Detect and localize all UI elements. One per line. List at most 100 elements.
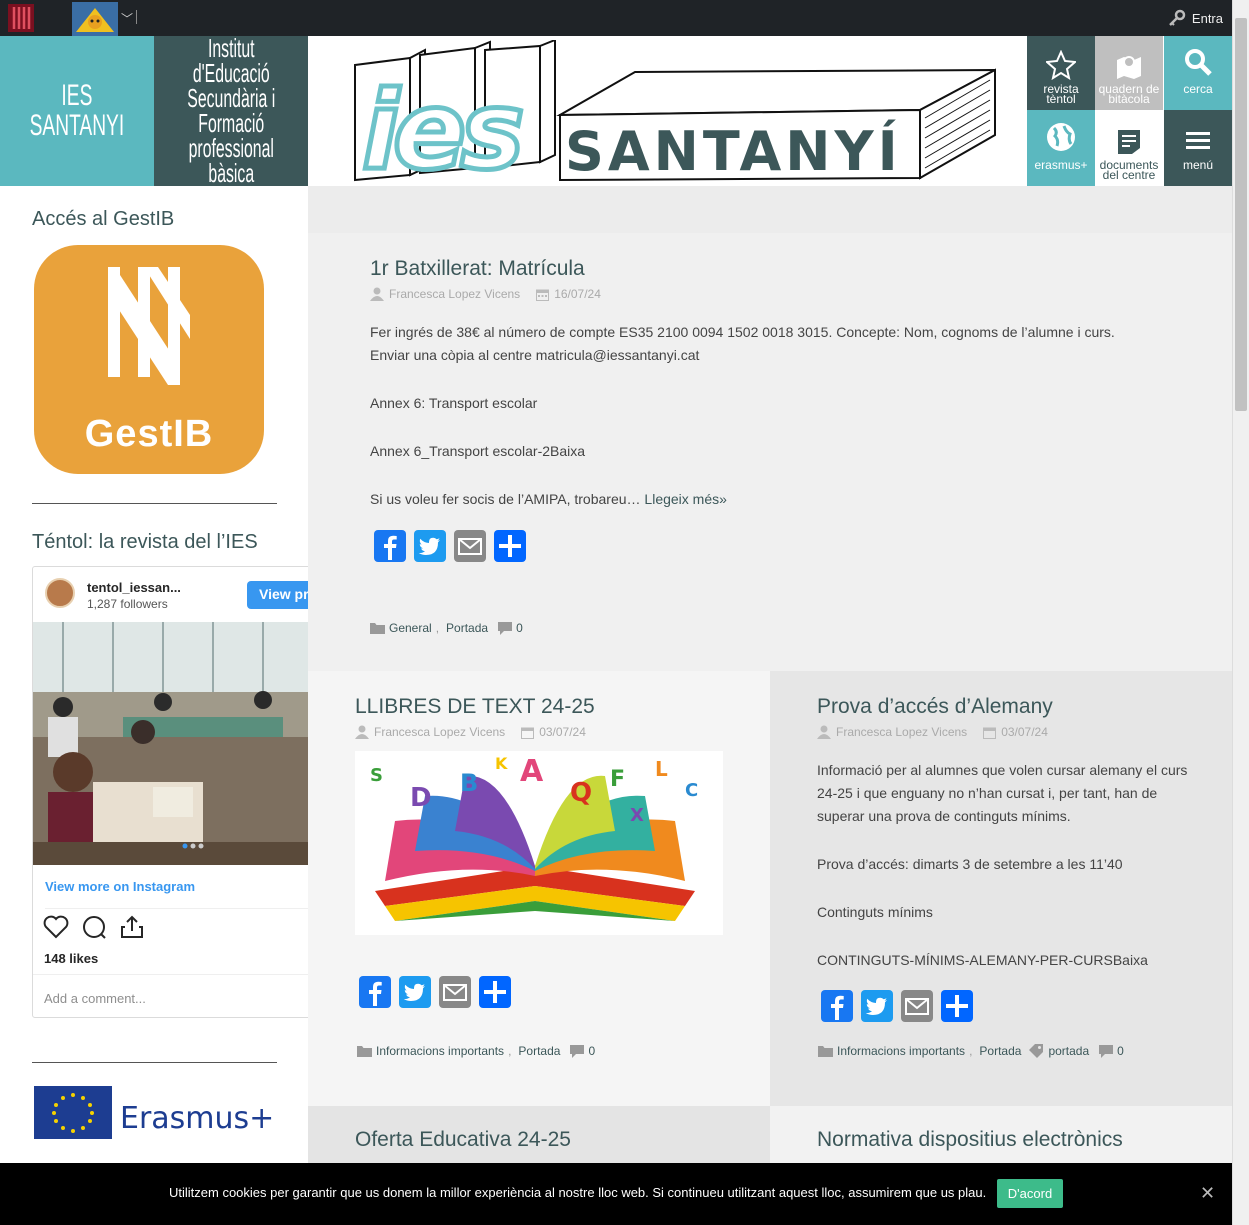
post-category[interactable]: General	[389, 621, 432, 635]
govern-logo-icon[interactable]	[8, 4, 34, 32]
twitter-share-icon[interactable]	[399, 976, 431, 1008]
post-comment-count[interactable]: 0	[588, 1044, 595, 1058]
share-icon[interactable]	[119, 915, 145, 939]
tile-label: tèntol	[1046, 92, 1076, 106]
sidebar-divider	[32, 503, 277, 504]
svg-text:X: X	[630, 805, 644, 826]
post-title[interactable]: Normativa dispositius electrònics	[817, 1128, 1123, 1152]
close-icon[interactable]: ✕	[1200, 1183, 1215, 1204]
heart-icon[interactable]	[43, 915, 69, 939]
revista-widget-title: Téntol: la revista del l’IES	[32, 531, 258, 553]
post-comment-count[interactable]: 0	[516, 621, 523, 635]
twitter-share-icon[interactable]	[414, 530, 446, 562]
post-link[interactable]: Continguts mínims	[817, 901, 1197, 924]
user-icon	[817, 725, 831, 739]
post-author[interactable]: Francesca Lopez Vicens	[389, 287, 520, 301]
post-link[interactable]: Annex 6_Transport escolar-2Baixa	[370, 440, 1170, 463]
share-plus-icon[interactable]	[941, 990, 973, 1022]
post-excerpt: Informació per al alumnes que volen curs…	[817, 759, 1197, 972]
star-icon	[1046, 50, 1076, 80]
post-link[interactable]: Annex 6: Transport escolar	[370, 392, 1170, 415]
facebook-share-icon[interactable]	[359, 976, 391, 1008]
add-comment-input[interactable]: Add a comment...	[44, 991, 146, 1006]
comment-icon[interactable]	[81, 915, 107, 939]
tile-documents-centre[interactable]: documents del centre	[1095, 110, 1163, 186]
post-paragraph: Enviar una còpia al centre matricula@ies…	[370, 347, 700, 363]
svg-text:K: K	[495, 754, 508, 773]
tile-label: del centre	[1102, 168, 1156, 182]
cookie-consent-bar: Utilitzem cookies per garantir que us do…	[0, 1163, 1232, 1225]
comment-bubble-icon	[1099, 1044, 1114, 1058]
post-link[interactable]: CONTINGUTS-MÍNIMS-ALEMANY-PER-CURSBaixa	[817, 949, 1197, 972]
post-author[interactable]: Francesca Lopez Vicens	[374, 725, 505, 739]
email-share-icon[interactable]	[439, 976, 471, 1008]
cookie-accept-button[interactable]: D'acord	[997, 1179, 1063, 1208]
erasmus-logo-text: Erasmus+	[120, 1101, 274, 1136]
calendar-icon	[983, 727, 997, 739]
brand-short-name[interactable]: IES SANTANYI	[0, 36, 154, 186]
tile-revista-tentol[interactable]: revista tèntol	[1027, 36, 1095, 110]
chevron-down-icon[interactable]: ﹀	[121, 10, 133, 27]
avatar[interactable]	[45, 578, 75, 608]
share-plus-icon[interactable]	[479, 976, 511, 1008]
gestib-logo-text: GestIB	[84, 413, 214, 455]
post-excerpt: Fer ingrés de 38€ al número de compte ES…	[370, 321, 1170, 511]
post-meta: Francesca Lopez Vicens 16/07/24	[370, 287, 601, 301]
search-icon	[1185, 49, 1212, 76]
post-tag[interactable]: portada	[1048, 1044, 1089, 1058]
admin-separator	[136, 10, 137, 24]
post-title[interactable]: Oferta Educativa 24-25	[355, 1128, 571, 1152]
post-card: LLIBRES DE TEXT 24-25 Francesca Lopez Vi…	[308, 671, 770, 1106]
share-plus-icon[interactable]	[494, 530, 526, 562]
brand-short-line2: SANTANYI	[29, 109, 125, 142]
post-category[interactable]: Portada	[446, 621, 488, 635]
email-share-icon[interactable]	[901, 990, 933, 1022]
tile-cerca[interactable]: cerca	[1164, 36, 1232, 110]
svg-text:D: D	[410, 783, 432, 813]
email-share-icon[interactable]	[454, 530, 486, 562]
site-banner-logo[interactable]: ies SANTANYÍ	[350, 40, 1000, 185]
gestib-logo-link[interactable]: GestIB	[34, 245, 264, 474]
post-meta: Francesca Lopez Vicens 03/07/24	[817, 725, 1048, 739]
post-category[interactable]: Portada	[518, 1044, 560, 1058]
post-category[interactable]: Informacions importants	[837, 1044, 965, 1058]
map-icon	[1117, 56, 1141, 79]
gestib-stripes-icon	[108, 267, 190, 385]
post-meta: Francesca Lopez Vicens 03/07/24	[355, 725, 586, 739]
tile-label: bitàcola	[1108, 92, 1150, 106]
login-link[interactable]: Entra	[1168, 9, 1223, 27]
facebook-share-icon[interactable]	[374, 530, 406, 562]
instagram-photo[interactable]	[33, 622, 308, 865]
books-letters-image[interactable]: D B A Q F L C S K X	[355, 751, 723, 935]
facebook-share-icon[interactable]	[821, 990, 853, 1022]
post-author[interactable]: Francesca Lopez Vicens	[836, 725, 967, 739]
brand-long-name[interactable]: Institut d'Educació Secundària i Formaci…	[154, 36, 308, 186]
post-paragraph: Informació per al alumnes que volen curs…	[817, 762, 1188, 824]
tile-quadern-bitacola[interactable]: quadern de bitàcola	[1095, 36, 1163, 110]
post-title[interactable]: LLIBRES DE TEXT 24-25	[355, 695, 595, 719]
read-more-link[interactable]: Llegeix més»	[644, 491, 727, 507]
tile-label: erasmus+	[1034, 158, 1088, 172]
post-card: Prova d’accés d’Alemany Francesca Lopez …	[770, 671, 1232, 1106]
erasmus-logo[interactable]: Erasmus+	[34, 1086, 294, 1142]
instagram-divider	[33, 974, 308, 975]
view-more-instagram-link[interactable]: View more on Instagram	[45, 879, 195, 894]
site-mascot-icon[interactable]	[72, 2, 118, 36]
tile-menu[interactable]: menú	[1164, 110, 1232, 186]
svg-text:L: L	[655, 757, 668, 781]
scrollbar-thumb[interactable]	[1235, 18, 1247, 411]
brand-long-line: bàsica	[208, 158, 254, 186]
svg-text:Q: Q	[570, 778, 592, 808]
globe-icon	[1047, 123, 1075, 151]
tile-erasmus[interactable]: erasmus+	[1027, 110, 1095, 186]
post-title[interactable]: 1r Batxillerat: Matrícula	[370, 257, 585, 281]
post-comment-count[interactable]: 0	[1117, 1044, 1124, 1058]
view-profile-button[interactable]: View pr	[247, 581, 308, 609]
post-category[interactable]: Informacions importants	[376, 1044, 504, 1058]
post-title[interactable]: Prova d’accés d’Alemany	[817, 695, 1053, 719]
instagram-username[interactable]: tentol_iessan...	[87, 580, 181, 595]
page-scrollbar[interactable]	[1232, 0, 1249, 1225]
twitter-share-icon[interactable]	[861, 990, 893, 1022]
post-category[interactable]: Portada	[979, 1044, 1021, 1058]
post-footer-meta: General, Portada 0	[370, 621, 523, 635]
